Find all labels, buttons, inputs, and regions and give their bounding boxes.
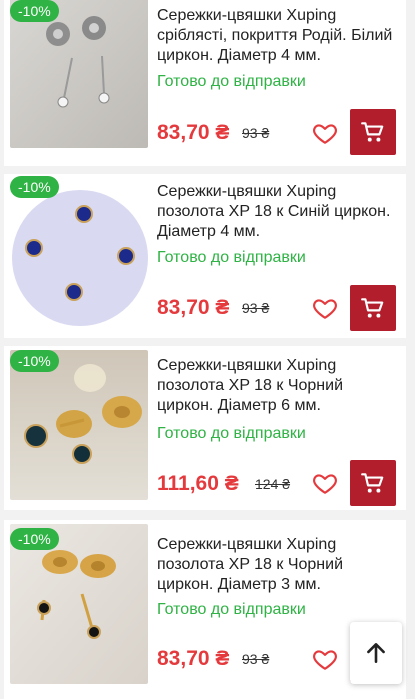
old-price: 93 ₴ xyxy=(242,300,270,316)
shopping-cart-icon xyxy=(361,122,384,142)
old-price: 124 ₴ xyxy=(255,476,291,492)
product-card[interactable]: -10% Сережки-цвяшки Xuping позолота XP 1… xyxy=(4,174,406,338)
wishlist-button[interactable] xyxy=(312,295,338,321)
scroll-to-top-button[interactable] xyxy=(350,622,402,684)
product-card[interactable]: -10% Сережки-цвяшки Xuping позолота XP 1… xyxy=(4,520,406,699)
discount-badge: -10% xyxy=(10,528,59,550)
wishlist-button[interactable] xyxy=(312,120,338,146)
add-to-cart-button[interactable] xyxy=(350,460,396,506)
old-price: 93 ₴ xyxy=(242,125,270,141)
product-title[interactable]: Сережки-цвяшки Xuping позолота XP 18 к Ч… xyxy=(157,356,402,416)
product-price: 83,70 ₴ xyxy=(157,121,230,144)
product-image[interactable] xyxy=(10,176,148,330)
heart-outline-icon xyxy=(313,650,337,670)
add-to-cart-button[interactable] xyxy=(350,109,396,155)
product-card[interactable]: -10% Сережки-цвяшки Xuping сріблясті, по… xyxy=(4,0,406,166)
arrow-up-icon xyxy=(367,643,385,663)
wishlist-button[interactable] xyxy=(312,470,338,496)
wishlist-button[interactable] xyxy=(312,646,338,672)
heart-outline-icon xyxy=(313,124,337,144)
product-price: 83,70 ₴ xyxy=(157,296,230,319)
add-to-cart-button[interactable] xyxy=(350,285,396,331)
product-title[interactable]: Сережки-цвяшки Xuping позолота XP 18 к С… xyxy=(157,182,402,242)
discount-badge: -10% xyxy=(10,0,59,22)
heart-outline-icon xyxy=(313,474,337,494)
product-title[interactable]: Сережки-цвяшки Xuping сріблясті, покритт… xyxy=(157,6,402,66)
heart-outline-icon xyxy=(313,299,337,319)
availability-status: Готово до відправки xyxy=(157,249,306,266)
product-price: 83,70 ₴ xyxy=(157,647,230,670)
discount-badge: -10% xyxy=(10,350,59,372)
product-price: 111,60 ₴ xyxy=(157,472,239,495)
old-price: 93 ₴ xyxy=(242,651,270,667)
product-image[interactable] xyxy=(10,350,148,500)
product-title[interactable]: Сережки-цвяшки Xuping позолота XP 18 к Ч… xyxy=(157,535,402,595)
discount-badge: -10% xyxy=(10,176,59,198)
availability-status: Готово до відправки xyxy=(157,425,306,442)
availability-status: Готово до відправки xyxy=(157,73,306,90)
product-card[interactable]: -10% Сережки-цвяшки Xuping позолота XP 1… xyxy=(4,346,406,510)
product-image[interactable] xyxy=(10,0,148,148)
shopping-cart-icon xyxy=(361,473,384,493)
availability-status: Готово до відправки xyxy=(157,601,306,618)
shopping-cart-icon xyxy=(361,298,384,318)
